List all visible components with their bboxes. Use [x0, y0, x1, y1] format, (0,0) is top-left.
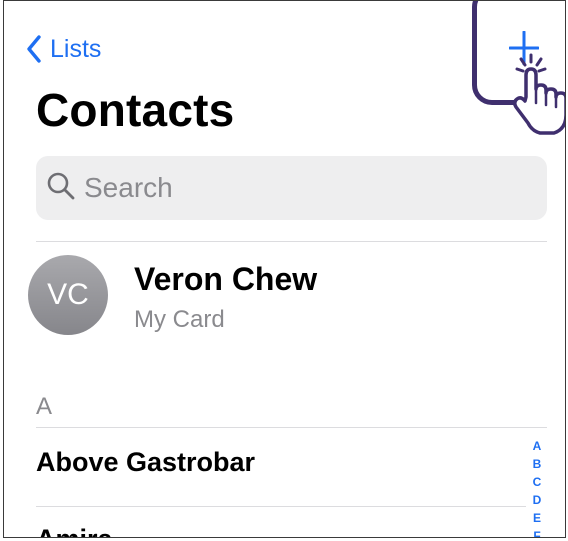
search-input[interactable]	[84, 172, 504, 204]
contact-name: Veron Chew	[134, 261, 318, 297]
divider	[36, 241, 547, 242]
chevron-left-icon	[26, 35, 42, 63]
search-icon	[46, 171, 76, 206]
my-card-row[interactable]: VC Veron Chew My Card	[26, 251, 526, 341]
index-letter[interactable]: B	[533, 455, 542, 473]
avatar: VC	[28, 255, 108, 335]
back-button[interactable]: Lists	[26, 33, 101, 65]
divider	[36, 427, 547, 428]
alphabet-index[interactable]: A B C D E F	[528, 437, 546, 537]
section-header: A	[36, 393, 53, 420]
list-item[interactable]: Amira	[36, 524, 113, 537]
index-letter[interactable]: A	[533, 437, 542, 455]
index-letter[interactable]: D	[533, 491, 542, 509]
divider	[36, 506, 526, 507]
avatar-initials: VC	[47, 278, 89, 311]
my-card-label: My Card	[134, 306, 225, 333]
index-letter[interactable]: E	[533, 509, 541, 527]
contacts-screen: Lists Contacts Search VC Veron Chew My C…	[3, 0, 566, 538]
search-bar[interactable]	[36, 156, 547, 220]
page-title: Contacts	[36, 84, 235, 136]
index-letter[interactable]: F	[533, 527, 540, 537]
index-letter[interactable]: C	[533, 473, 542, 491]
list-item[interactable]: Above Gastrobar	[36, 447, 255, 478]
back-label: Lists	[50, 34, 102, 63]
tap-hand-icon	[504, 53, 565, 139]
